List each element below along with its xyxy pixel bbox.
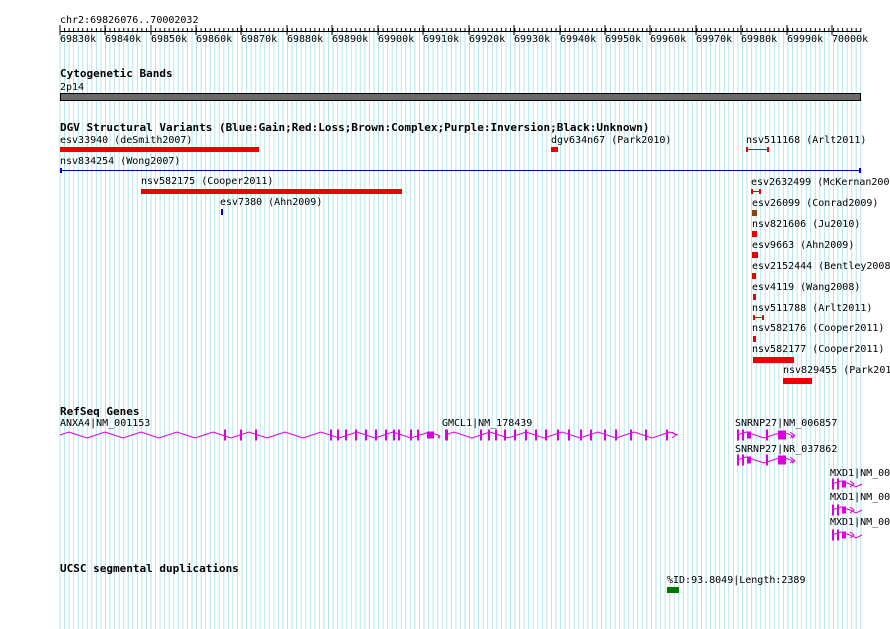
refseq-exon[interactable] — [557, 429, 559, 441]
refseq-exon[interactable] — [842, 506, 846, 514]
refseq-exon[interactable] — [337, 429, 339, 441]
refseq-exon[interactable] — [504, 429, 506, 441]
refseq-gene-glyphs — [59, 429, 863, 541]
refseq-exon[interactable] — [737, 454, 739, 466]
refseq-exon[interactable] — [480, 429, 482, 441]
refseq-exon[interactable] — [742, 429, 744, 441]
refseq-exon[interactable] — [766, 429, 768, 441]
track-title-segdup[interactable]: UCSC segmental duplications — [60, 563, 239, 574]
refseq-exon[interactable] — [224, 429, 226, 441]
refseq-exon[interactable] — [525, 429, 527, 441]
refseq-exon[interactable] — [495, 429, 497, 441]
refseq-exon[interactable] — [365, 429, 367, 441]
refseq-exon[interactable] — [545, 429, 547, 441]
refseq-gene-label[interactable]: MXD1|NM_002357 — [830, 468, 890, 479]
refseq-exon[interactable] — [330, 429, 332, 441]
refseq-gene-label[interactable]: ANXA4|NM_001153 — [60, 418, 150, 429]
refseq-exon[interactable] — [630, 429, 632, 441]
segdup-label[interactable]: %ID:93.8049|Length:2389 — [667, 575, 805, 586]
refseq-exon[interactable] — [445, 429, 448, 441]
refseq-exon[interactable] — [427, 431, 434, 439]
strand-arrow-icon — [671, 431, 677, 439]
refseq-gene-label[interactable]: GMCL1|NM_178439 — [442, 418, 532, 429]
refseq-exon[interactable] — [832, 478, 834, 490]
refseq-exon[interactable] — [393, 429, 395, 441]
refseq-exon[interactable] — [240, 429, 242, 441]
refseq-exon[interactable] — [385, 429, 387, 441]
refseq-exon[interactable] — [355, 429, 357, 441]
refseq-exon[interactable] — [535, 429, 537, 441]
refseq-exon[interactable] — [375, 429, 377, 441]
segdup-feature[interactable] — [667, 587, 679, 593]
refseq-exon[interactable] — [842, 531, 846, 539]
refseq-intron-line — [831, 480, 863, 488]
refseq-exon[interactable] — [514, 429, 516, 441]
refseq-exon[interactable] — [778, 455, 786, 465]
refseq-exon[interactable] — [666, 429, 668, 441]
refseq-exon[interactable] — [747, 431, 751, 439]
refseq-exon[interactable] — [410, 429, 412, 441]
refseq-exon[interactable] — [645, 429, 647, 441]
refseq-intron-line — [831, 531, 863, 539]
refseq-gene-label[interactable]: MXD1|NM_001202514 — [830, 517, 890, 528]
refseq-exon[interactable] — [832, 529, 834, 541]
refseq-exon[interactable] — [837, 478, 839, 490]
refseq-exon[interactable] — [747, 456, 751, 464]
refseq-exon[interactable] — [255, 429, 257, 441]
refseq-intron-line — [831, 506, 863, 514]
refseq-exon[interactable] — [837, 529, 839, 541]
refseq-gene-label[interactable]: MXD1|NM_001202513 — [830, 492, 890, 503]
refseq-exon[interactable] — [488, 429, 490, 441]
refseq-exon[interactable] — [842, 480, 846, 488]
refseq-exon[interactable] — [766, 454, 768, 466]
refseq-exon[interactable] — [604, 429, 606, 441]
refseq-exon[interactable] — [580, 429, 582, 441]
refseq-exon[interactable] — [742, 454, 744, 466]
refseq-gene-label[interactable]: SNRNP27|NR_037862 — [735, 444, 837, 455]
refseq-exon[interactable] — [778, 430, 786, 440]
refseq-exon[interactable] — [568, 429, 570, 441]
refseq-exon[interactable] — [590, 429, 592, 441]
refseq-exon[interactable] — [417, 429, 419, 441]
refseq-exon[interactable] — [615, 429, 617, 441]
refseq-exon[interactable] — [345, 429, 347, 441]
refseq-exon[interactable] — [737, 429, 739, 441]
refseq-gene-label[interactable]: SNRNP27|NM_006857 — [735, 418, 837, 429]
refseq-exon[interactable] — [832, 504, 834, 516]
refseq-exon[interactable] — [837, 504, 839, 516]
refseq-intron-line — [59, 431, 441, 440]
refseq-exon[interactable] — [398, 429, 400, 441]
refseq-intron-line — [444, 431, 679, 439]
